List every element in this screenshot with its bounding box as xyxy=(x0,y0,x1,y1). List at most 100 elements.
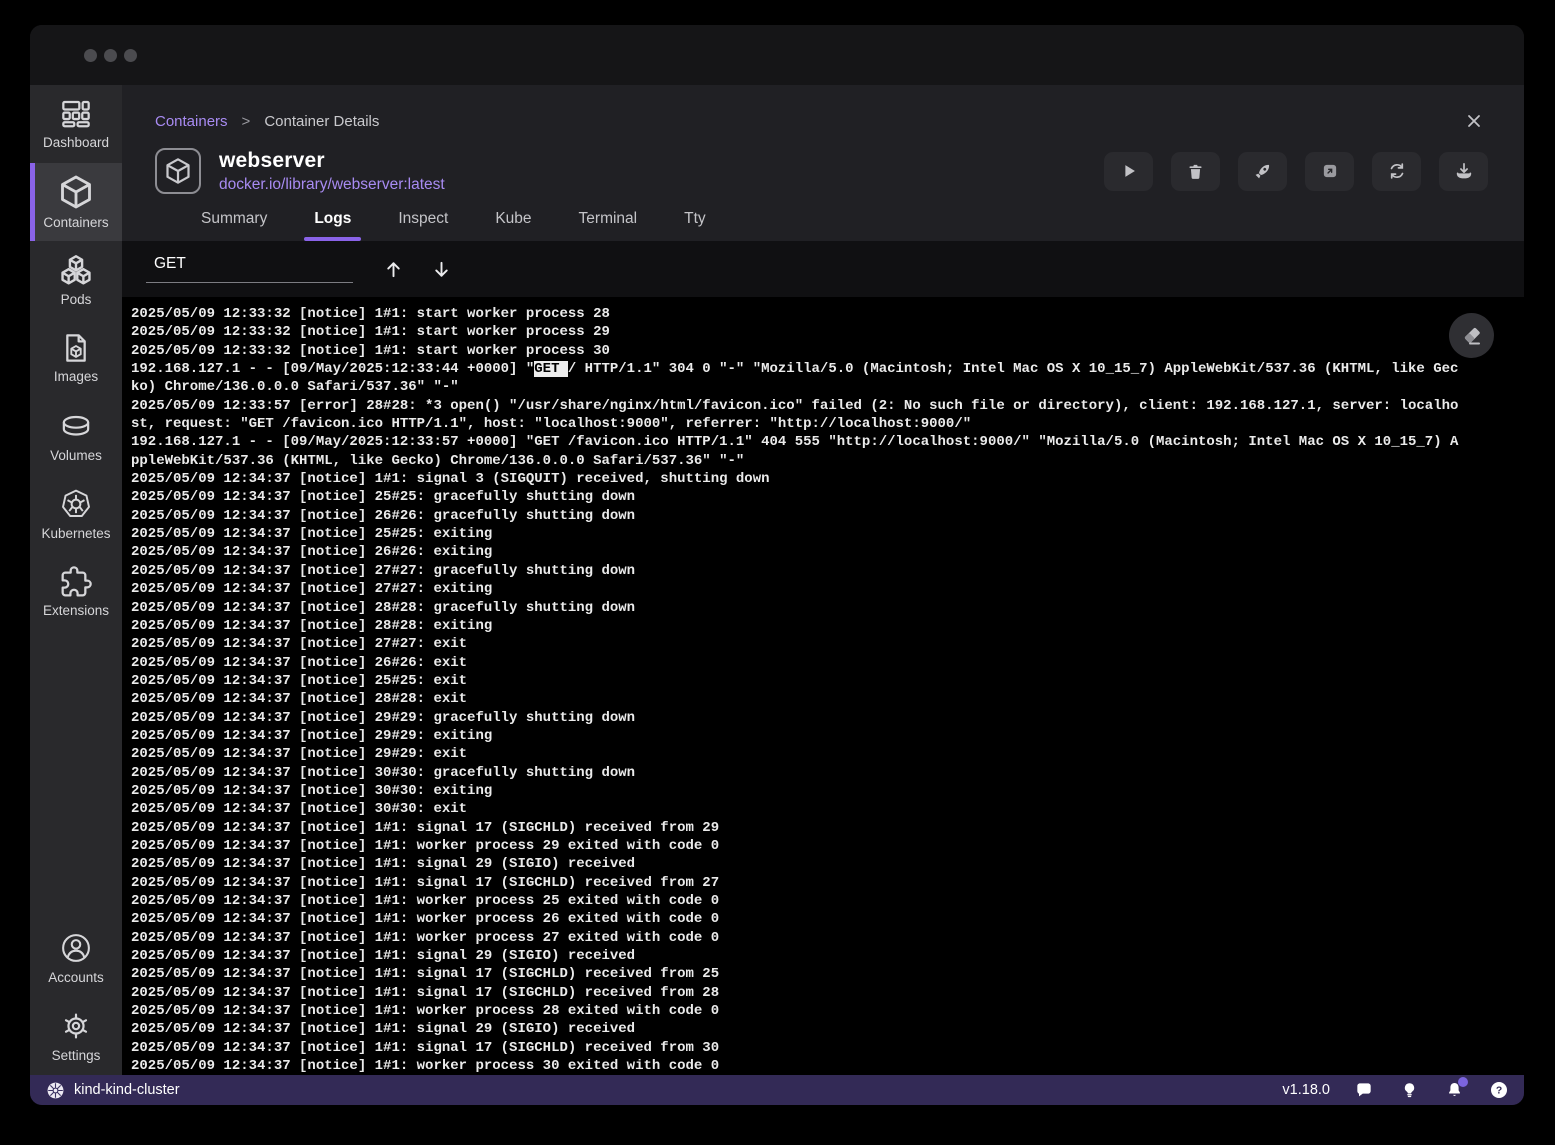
sidebar-item-label: Containers xyxy=(43,215,108,230)
kubernetes-icon xyxy=(59,487,93,521)
sidebar-item-kubernetes[interactable]: Kubernetes xyxy=(30,475,122,553)
status-bar-right: v1.18.0 xyxy=(1282,1079,1510,1101)
log-line: 2025/05/09 12:34:37 [notice] 1#1: worker… xyxy=(131,892,1461,910)
sidebar-item-accounts[interactable]: Accounts xyxy=(30,919,122,997)
log-line: 2025/05/09 12:34:37 [notice] 29#29: grac… xyxy=(131,709,1461,727)
breadcrumb: Containers > Container Details xyxy=(155,107,1488,135)
sidebar-item-label: Accounts xyxy=(48,970,104,985)
sidebar-item-settings[interactable]: Settings xyxy=(30,997,122,1075)
log-line: 2025/05/09 12:34:37 [notice] 27#27: exit… xyxy=(131,580,1461,598)
sidebar-spacer xyxy=(30,631,122,919)
accounts-icon xyxy=(59,931,93,965)
log-line: 2025/05/09 12:34:37 [notice] 1#1: signal… xyxy=(131,470,1461,488)
search-match-highlight: GET xyxy=(534,361,568,377)
arrow-up-icon xyxy=(383,259,404,280)
tab-kube[interactable]: Kube xyxy=(485,210,541,241)
settings-icon xyxy=(59,1009,93,1043)
log-line: 2025/05/09 12:33:32 [notice] 1#1: start … xyxy=(131,342,1461,360)
play-icon xyxy=(1119,161,1139,181)
notifications-button[interactable] xyxy=(1443,1079,1465,1101)
container-cube-icon xyxy=(155,148,201,194)
log-line: 2025/05/09 12:34:37 [notice] 30#30: exit… xyxy=(131,782,1461,800)
window-maximize-dot[interactable] xyxy=(124,49,137,62)
eraser-icon xyxy=(1460,324,1484,348)
find-previous-button[interactable] xyxy=(379,255,407,283)
tab-terminal[interactable]: Terminal xyxy=(569,210,648,241)
log-line: 2025/05/09 12:34:37 [notice] 29#29: exit… xyxy=(131,727,1461,745)
sidebar-item-label: Extensions xyxy=(43,603,109,618)
tab-logs[interactable]: Logs xyxy=(304,210,361,241)
log-terminal[interactable]: 2025/05/09 12:33:32 [notice] 1#1: start … xyxy=(122,297,1524,1075)
log-line: 2025/05/09 12:34:37 [notice] 1#1: signal… xyxy=(131,819,1461,837)
sidebar: Dashboard Containers Pods Images xyxy=(30,85,122,1075)
sidebar-item-extensions[interactable]: Extensions xyxy=(30,553,122,631)
kube-context-item[interactable]: kind-kind-cluster xyxy=(46,1081,180,1100)
main-content: Containers > Container Details webserver xyxy=(122,85,1524,1075)
status-bar: kind-kind-cluster v1.18.0 xyxy=(30,1075,1524,1105)
log-search-input[interactable] xyxy=(146,255,353,283)
tab-inspect[interactable]: Inspect xyxy=(388,210,458,241)
sidebar-item-pods[interactable]: Pods xyxy=(30,241,122,319)
log-line: 2025/05/09 12:34:37 [notice] 30#30: exit xyxy=(131,800,1461,818)
kubernetes-wheel-icon xyxy=(46,1081,65,1100)
help-button[interactable]: ? xyxy=(1488,1079,1510,1101)
find-next-button[interactable] xyxy=(427,255,455,283)
chat-bubble-icon xyxy=(1354,1080,1374,1100)
window-close-dot[interactable] xyxy=(84,49,97,62)
feedback-button[interactable] xyxy=(1353,1079,1375,1101)
open-browser-button[interactable] xyxy=(1305,152,1354,191)
sidebar-item-volumes[interactable]: Volumes xyxy=(30,397,122,475)
sidebar-item-dashboard[interactable]: Dashboard xyxy=(30,85,122,163)
log-line: 2025/05/09 12:34:37 [notice] 29#29: exit xyxy=(131,745,1461,763)
log-line: 2025/05/09 12:33:32 [notice] 1#1: start … xyxy=(131,305,1461,323)
log-line: 2025/05/09 12:34:37 [notice] 28#28: exit… xyxy=(131,617,1461,635)
log-line: 2025/05/09 12:34:37 [notice] 26#26: exit xyxy=(131,654,1461,672)
images-icon xyxy=(60,332,92,364)
close-details-button[interactable] xyxy=(1460,107,1488,135)
details-header: Containers > Container Details webserver xyxy=(122,85,1524,241)
log-line: 2025/05/09 12:34:37 [notice] 30#30: grac… xyxy=(131,764,1461,782)
log-search-bar xyxy=(122,241,1524,297)
log-line: 2025/05/09 12:34:37 [notice] 1#1: signal… xyxy=(131,874,1461,892)
log-line: 2025/05/09 12:34:37 [notice] 28#28: grac… xyxy=(131,599,1461,617)
restart-button[interactable] xyxy=(1372,152,1421,191)
log-line: 2025/05/09 12:34:37 [notice] 26#26: exit… xyxy=(131,543,1461,561)
container-image-link[interactable]: docker.io/library/webserver:latest xyxy=(219,176,445,194)
log-line: 2025/05/09 12:33:32 [notice] 1#1: start … xyxy=(131,323,1461,341)
breadcrumb-separator: > xyxy=(242,113,251,130)
window-minimize-dot[interactable] xyxy=(104,49,117,62)
log-content: 2025/05/09 12:33:32 [notice] 1#1: start … xyxy=(131,305,1461,1075)
log-line: 2025/05/09 12:34:37 [notice] 27#27: grac… xyxy=(131,562,1461,580)
containers-icon xyxy=(58,174,94,210)
close-icon xyxy=(1463,110,1485,132)
clear-logs-button[interactable] xyxy=(1449,313,1494,358)
log-line: 2025/05/09 12:34:37 [notice] 25#25: grac… xyxy=(131,488,1461,506)
log-line: 192.168.127.1 - - [09/May/2025:12:33:57 … xyxy=(131,433,1461,470)
svg-text:?: ? xyxy=(1496,1086,1502,1097)
log-line: 2025/05/09 12:34:37 [notice] 1#1: signal… xyxy=(131,947,1461,965)
tab-tty[interactable]: Tty xyxy=(674,210,716,241)
log-line: 2025/05/09 12:34:37 [notice] 25#25: exit xyxy=(131,672,1461,690)
log-line: 2025/05/09 12:34:37 [notice] 1#1: worker… xyxy=(131,1057,1461,1075)
sidebar-item-label: Images xyxy=(54,369,98,384)
sidebar-item-containers[interactable]: Containers xyxy=(30,163,122,241)
tab-summary[interactable]: Summary xyxy=(191,210,277,241)
delete-button[interactable] xyxy=(1171,152,1220,191)
log-line: 2025/05/09 12:34:37 [notice] 28#28: exit xyxy=(131,690,1461,708)
sidebar-item-images[interactable]: Images xyxy=(30,319,122,397)
log-line: 2025/05/09 12:33:57 [error] 28#28: *3 op… xyxy=(131,397,1461,434)
lightbulb-icon xyxy=(1400,1081,1419,1100)
export-button[interactable] xyxy=(1439,152,1488,191)
log-line: 2025/05/09 12:34:37 [notice] 1#1: signal… xyxy=(131,984,1461,1002)
deploy-kube-button[interactable] xyxy=(1238,152,1287,191)
start-button[interactable] xyxy=(1104,152,1153,191)
breadcrumb-containers-link[interactable]: Containers xyxy=(155,113,228,130)
container-actions xyxy=(1104,152,1488,191)
tasks-button[interactable] xyxy=(1398,1079,1420,1101)
container-name: webserver xyxy=(219,149,445,173)
volumes-icon xyxy=(59,409,93,443)
cube-icon xyxy=(164,157,192,185)
log-line: 2025/05/09 12:34:37 [notice] 26#26: grac… xyxy=(131,507,1461,525)
breadcrumb-current: Container Details xyxy=(264,113,379,130)
arrow-down-icon xyxy=(431,259,452,280)
